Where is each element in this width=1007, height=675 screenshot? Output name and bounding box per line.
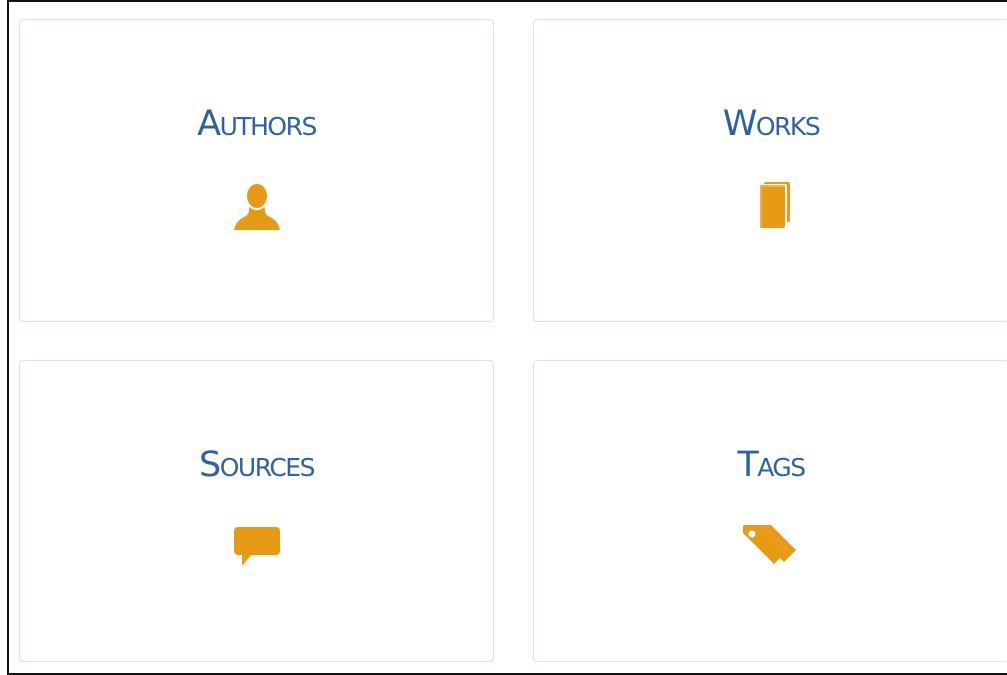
book-icon (760, 182, 790, 228)
tags-icon (743, 525, 796, 564)
authors-label: Authors (197, 104, 317, 144)
speech-bubble-icon (233, 527, 280, 566)
tags-label: Tags (737, 445, 806, 485)
person-icon (233, 184, 280, 230)
sources-tile[interactable]: Sources (19, 360, 494, 662)
authors-tile[interactable]: Authors (19, 19, 494, 322)
works-tile[interactable]: Works (533, 19, 1007, 322)
sources-label: Sources (199, 445, 315, 485)
works-label: Works (722, 104, 821, 144)
tags-tile[interactable]: Tags (533, 360, 1007, 662)
